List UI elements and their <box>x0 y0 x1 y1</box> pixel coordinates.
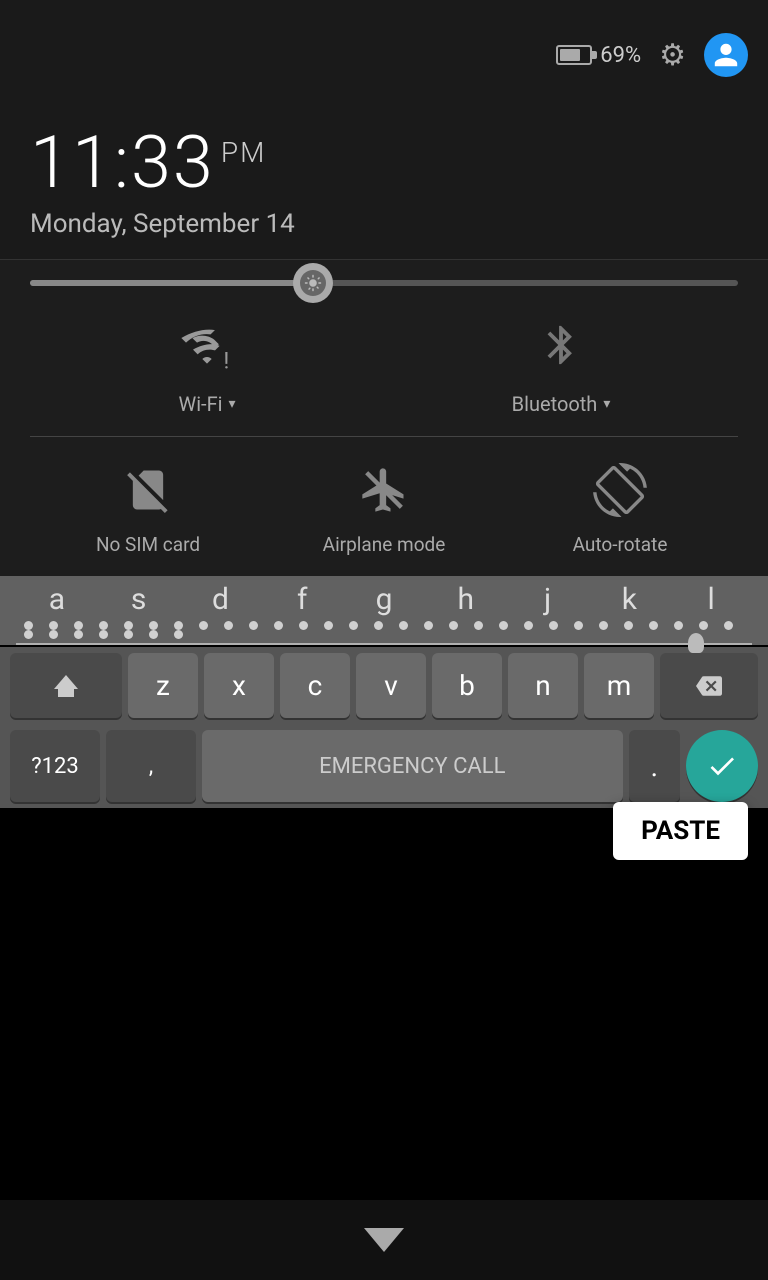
time-area: 11:33PM Monday, September 14 <box>0 110 768 260</box>
wifi-label[interactable]: Wi-Fi ▾ <box>178 392 235 416</box>
enter-key[interactable] <box>686 730 758 802</box>
text-input-area[interactable]: a s d f g h j k l <box>0 576 768 645</box>
comma-key[interactable]: , <box>106 730 196 802</box>
battery-percentage: 69% <box>600 43 641 68</box>
key-n[interactable]: n <box>508 653 578 718</box>
period-key[interactable]: . <box>629 730 680 802</box>
keyboard[interactable]: z x c v b n m ?123 , EMERGENCY CALL . <box>0 647 768 808</box>
key-m[interactable]: m <box>584 653 654 718</box>
brightness-slider[interactable] <box>30 280 738 286</box>
user-avatar[interactable] <box>704 33 748 77</box>
brightness-row[interactable] <box>30 280 738 286</box>
nosim-toggle[interactable]: No SIM card <box>30 457 266 556</box>
autorotate-icon <box>587 457 653 523</box>
key-v[interactable]: v <box>356 653 426 718</box>
bluetooth-icon-area <box>526 310 596 380</box>
brightness-thumb[interactable] <box>293 263 333 303</box>
battery-indicator: 69% <box>556 43 641 68</box>
autorotate-label: Auto-rotate <box>573 533 668 556</box>
svg-text:!: ! <box>223 346 229 373</box>
date-display: Monday, September 14 <box>30 209 738 239</box>
wifi-dropdown-arrow[interactable]: ▾ <box>229 396 236 412</box>
symbol-key[interactable]: ?123 <box>10 730 100 802</box>
backspace-key[interactable] <box>660 653 758 718</box>
text-underline <box>16 643 752 645</box>
key-z[interactable]: z <box>128 653 198 718</box>
bluetooth-dropdown-arrow[interactable]: ▾ <box>603 396 610 412</box>
key-c[interactable]: c <box>280 653 350 718</box>
keyboard-letters-row: a s d f g h j k l <box>16 582 752 617</box>
wifi-icon-area: ! <box>172 310 242 380</box>
airplane-icon <box>351 457 417 523</box>
wifi-toggle[interactable]: ! Wi-Fi ▾ <box>30 310 384 416</box>
shift-key[interactable] <box>10 653 122 718</box>
keyboard-row-2: z x c v b n m <box>0 647 768 724</box>
airplane-toggle[interactable]: Airplane mode <box>266 457 502 556</box>
navigation-bar <box>0 1200 768 1280</box>
quick-settings-panel: ! Wi-Fi ▾ Bluetooth ▾ <box>0 260 768 576</box>
quick-toggle-row-2: No SIM card Airplane mode Auto-rotate <box>30 447 738 556</box>
bluetooth-toggle[interactable]: Bluetooth ▾ <box>384 310 738 416</box>
key-b[interactable]: b <box>432 653 502 718</box>
keyboard-bottom-row: ?123 , EMERGENCY CALL . <box>0 724 768 808</box>
key-x[interactable]: x <box>204 653 274 718</box>
settings-icon[interactable]: ⚙ <box>659 38 686 73</box>
autorotate-toggle[interactable]: Auto-rotate <box>502 457 738 556</box>
nosim-label: No SIM card <box>96 533 200 556</box>
status-bar: 69% ⚙ <box>0 0 768 110</box>
back-button[interactable] <box>364 1220 404 1260</box>
battery-icon <box>556 45 592 65</box>
paste-popup[interactable]: PASTE <box>613 802 748 860</box>
quick-toggle-row-1: ! Wi-Fi ▾ Bluetooth ▾ <box>30 310 738 437</box>
bluetooth-label[interactable]: Bluetooth ▾ <box>512 392 611 416</box>
password-dots <box>16 617 752 643</box>
airplane-label: Airplane mode <box>323 533 446 556</box>
nosim-icon <box>115 457 181 523</box>
time-display: 11:33PM <box>30 120 738 205</box>
emergency-call-key[interactable]: EMERGENCY CALL <box>202 730 623 802</box>
